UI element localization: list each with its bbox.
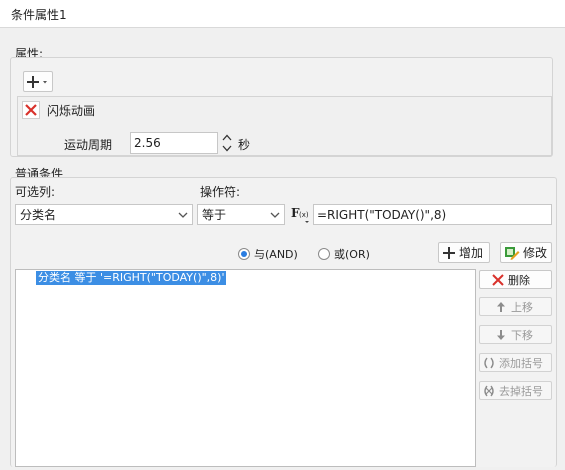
- chevron-down-icon: [266, 205, 284, 224]
- radio-or-indicator: [318, 248, 330, 260]
- radio-and-label: 与(AND): [254, 248, 298, 261]
- title-bar: 条件属性1: [0, 0, 565, 28]
- move-up-button-label: 上移: [511, 300, 533, 314]
- formula-button[interactable]: F (x): [290, 203, 312, 225]
- remove-effect-button[interactable]: [22, 101, 40, 119]
- radio-or-label: 或(OR): [334, 248, 370, 261]
- delete-button-label: 删除: [508, 273, 530, 287]
- remove-bracket-button[interactable]: 去掉括号: [479, 381, 552, 400]
- period-label: 运动周期: [64, 138, 113, 152]
- operator-label: 操作符:: [200, 185, 241, 199]
- move-up-button[interactable]: 上移: [479, 297, 552, 316]
- list-item-text: 分类名 等于 '=RIGHT("TODAY()",8)': [36, 271, 227, 285]
- effect-label: 闪烁动画: [47, 104, 96, 118]
- plus-icon: [27, 75, 47, 88]
- period-spinner[interactable]: [220, 132, 234, 154]
- list-item[interactable]: 分类名 等于 '=RIGHT("TODAY()",8)': [36, 271, 227, 285]
- modify-button-label: 修改: [523, 246, 548, 260]
- remove-brackets-icon: [484, 385, 494, 396]
- close-icon: [25, 104, 37, 116]
- column-label: 可选列:: [15, 185, 56, 199]
- brackets-icon: [484, 357, 494, 368]
- move-down-button[interactable]: 下移: [479, 325, 552, 344]
- add-bracket-button[interactable]: 添加括号: [479, 353, 552, 372]
- modify-button[interactable]: 修改: [500, 242, 552, 263]
- delete-button[interactable]: 删除: [479, 270, 552, 289]
- add-attribute-button[interactable]: [23, 71, 53, 92]
- window-title: 条件属性1: [11, 8, 67, 22]
- modify-icon: [505, 246, 520, 260]
- add-button-label: 增加: [459, 246, 484, 260]
- formula-input[interactable]: =RIGHT("TODAY()",8): [313, 204, 552, 225]
- remove-bracket-button-label: 去掉括号: [499, 384, 543, 398]
- chevron-down-icon: [174, 205, 192, 224]
- spinner-arrows-icon: [222, 134, 232, 152]
- arrow-up-icon: [497, 301, 505, 312]
- column-select-value: 分类名: [20, 208, 57, 222]
- operator-select[interactable]: 等于: [197, 204, 285, 225]
- add-button[interactable]: 增加: [438, 242, 490, 263]
- period-unit: 秒: [238, 138, 251, 152]
- condition-list[interactable]: 分类名 等于 '=RIGHT("TODAY()",8)': [15, 269, 476, 467]
- plus-icon: [443, 246, 455, 259]
- radio-and-indicator: [238, 248, 250, 260]
- move-down-button-label: 下移: [511, 328, 533, 342]
- operator-select-value: 等于: [202, 208, 227, 222]
- radio-and[interactable]: 与(AND): [238, 246, 298, 262]
- svg-text:(x): (x): [299, 211, 309, 219]
- column-select[interactable]: 分类名: [15, 204, 193, 225]
- arrow-down-icon: [497, 329, 505, 340]
- period-input[interactable]: 2.56: [130, 132, 218, 154]
- add-bracket-button-label: 添加括号: [499, 356, 543, 370]
- close-icon: [492, 273, 504, 286]
- function-icon: F (x): [291, 206, 309, 223]
- radio-or[interactable]: 或(OR): [318, 246, 370, 262]
